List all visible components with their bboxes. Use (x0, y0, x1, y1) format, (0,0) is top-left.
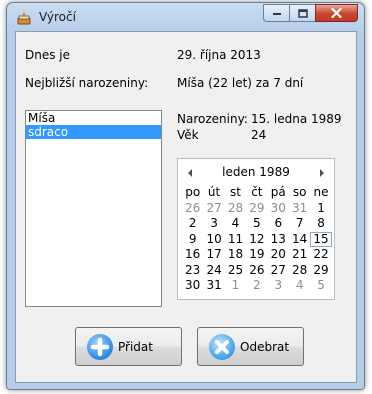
maximize-button[interactable] (289, 4, 315, 22)
calendar-day[interactable]: 26 (246, 263, 267, 279)
calendar-week-row: 30 31 1 2 3 4 5 (182, 278, 332, 294)
weekday-header: ne (313, 185, 329, 199)
calendar-day[interactable]: 6 (268, 216, 289, 232)
calendar-day[interactable]: 27 (203, 201, 224, 217)
maximize-icon (297, 8, 308, 18)
minimize-icon (272, 13, 281, 15)
today-value: 29. října 2013 (177, 48, 261, 62)
calendar-grid: po út st čt pá so ne 26 27 28 29 30 31 1 (182, 185, 332, 294)
weekday-header: pá (270, 185, 286, 199)
weekday-header: čt (251, 185, 263, 199)
calendar-day[interactable]: 21 (289, 247, 310, 263)
next-birthday-label: Nejbližší narozeniny: (25, 76, 149, 90)
calendar-day[interactable]: 29 (310, 263, 331, 279)
close-icon (331, 8, 342, 18)
calendar-week-row: 23 24 25 26 27 28 29 (182, 263, 332, 279)
title-bar[interactable]: Výročí (7, 3, 364, 31)
calendar-day[interactable]: 24 (203, 263, 224, 279)
calendar-day[interactable]: 2 (182, 216, 203, 232)
calendar-day[interactable]: 13 (268, 232, 289, 248)
today-label: Dnes je (25, 48, 71, 62)
calendar-header: leden 1989 (178, 159, 334, 181)
people-list[interactable]: Míša sdraco (25, 110, 162, 307)
calendar-day[interactable]: 4 (225, 216, 246, 232)
age-value: 24 (251, 128, 267, 142)
calendar-day[interactable]: 25 (225, 263, 246, 279)
list-item-selected[interactable]: sdraco (26, 125, 161, 139)
weekday-header: so (292, 185, 307, 199)
calendar-week-row: 26 27 28 29 30 31 1 (182, 201, 332, 217)
calendar-day[interactable]: 3 (203, 216, 224, 232)
plus-icon (87, 333, 113, 360)
calendar-day[interactable]: 16 (182, 247, 203, 263)
weekday-header: po (185, 185, 201, 199)
app-window: Výročí Dnes je 29. října 2013 Nejbližší … (6, 2, 365, 390)
calendar-day[interactable]: 19 (246, 247, 267, 263)
calendar-day[interactable]: 18 (225, 247, 246, 263)
calendar-day[interactable]: 17 (203, 247, 224, 263)
weekday-header: út (207, 185, 221, 199)
calendar-day[interactable]: 30 (182, 278, 203, 294)
calendar-day[interactable]: 27 (268, 263, 289, 279)
caption-buttons (263, 4, 358, 23)
weekday-header: st (229, 185, 241, 199)
calendar-day[interactable]: 14 (289, 232, 310, 248)
remove-button-label: Odebrat (240, 339, 290, 354)
next-birthday-value: Míša (22 let) za 7 dní (177, 76, 304, 90)
window-client: Dnes je 29. října 2013 Nejbližší narozen… (15, 31, 357, 383)
calendar-day[interactable]: 8 (310, 216, 331, 232)
plus-icon-glyph (90, 337, 110, 356)
cake-icon (17, 10, 31, 25)
calendar-day[interactable]: 31 (203, 278, 224, 294)
calendar-day[interactable]: 1 (310, 201, 331, 217)
calendar-week-row: 9 10 11 12 13 14 15 (182, 231, 332, 248)
calendar-day[interactable]: 23 (182, 263, 203, 279)
list-item[interactable]: Míša (26, 111, 161, 125)
add-button-label: Přidat (118, 339, 153, 354)
birthday-label: Narozeniny: (177, 112, 248, 126)
month-calendar[interactable]: leden 1989 po út st čt pá so ne 26 27 28 (177, 158, 335, 300)
chevron-right-icon[interactable] (320, 169, 324, 177)
x-icon-glyph (215, 339, 229, 354)
calendar-day[interactable]: 7 (289, 216, 310, 232)
calendar-day[interactable]: 5 (246, 216, 267, 232)
calendar-day-selected[interactable]: 15 (310, 231, 332, 247)
calendar-week-row: 2 3 4 5 6 7 8 (182, 216, 332, 232)
calendar-day[interactable]: 5 (310, 278, 331, 294)
calendar-day[interactable]: 11 (225, 232, 246, 248)
calendar-day[interactable]: 31 (289, 201, 310, 217)
calendar-day[interactable]: 4 (289, 278, 310, 294)
calendar-day[interactable]: 12 (246, 232, 267, 248)
calendar-day[interactable]: 3 (268, 278, 289, 294)
minimize-button[interactable] (263, 4, 289, 22)
calendar-day[interactable]: 20 (268, 247, 289, 263)
calendar-day[interactable]: 29 (246, 201, 267, 217)
birthday-value: 15. ledna 1989 (251, 112, 342, 126)
calendar-day[interactable]: 22 (310, 247, 331, 263)
remove-icon (209, 333, 235, 360)
calendar-day[interactable]: 28 (289, 263, 310, 279)
calendar-week-row: 16 17 18 19 20 21 22 (182, 247, 332, 263)
calendar-month-title[interactable]: leden 1989 (178, 165, 334, 179)
calendar-day[interactable]: 30 (268, 201, 289, 217)
calendar-day[interactable]: 26 (182, 201, 203, 217)
window-title: Výročí (39, 10, 76, 24)
calendar-day[interactable]: 9 (182, 232, 203, 248)
remove-button[interactable]: Odebrat (197, 327, 304, 366)
close-button[interactable] (315, 4, 358, 22)
age-label: Věk (177, 128, 199, 142)
calendar-day[interactable]: 28 (225, 201, 246, 217)
add-button[interactable]: Přidat (75, 327, 182, 366)
calendar-day[interactable]: 10 (203, 232, 224, 248)
calendar-weekday-row: po út st čt pá so ne (182, 185, 332, 201)
calendar-day[interactable]: 2 (246, 278, 267, 294)
calendar-day[interactable]: 1 (225, 278, 246, 294)
